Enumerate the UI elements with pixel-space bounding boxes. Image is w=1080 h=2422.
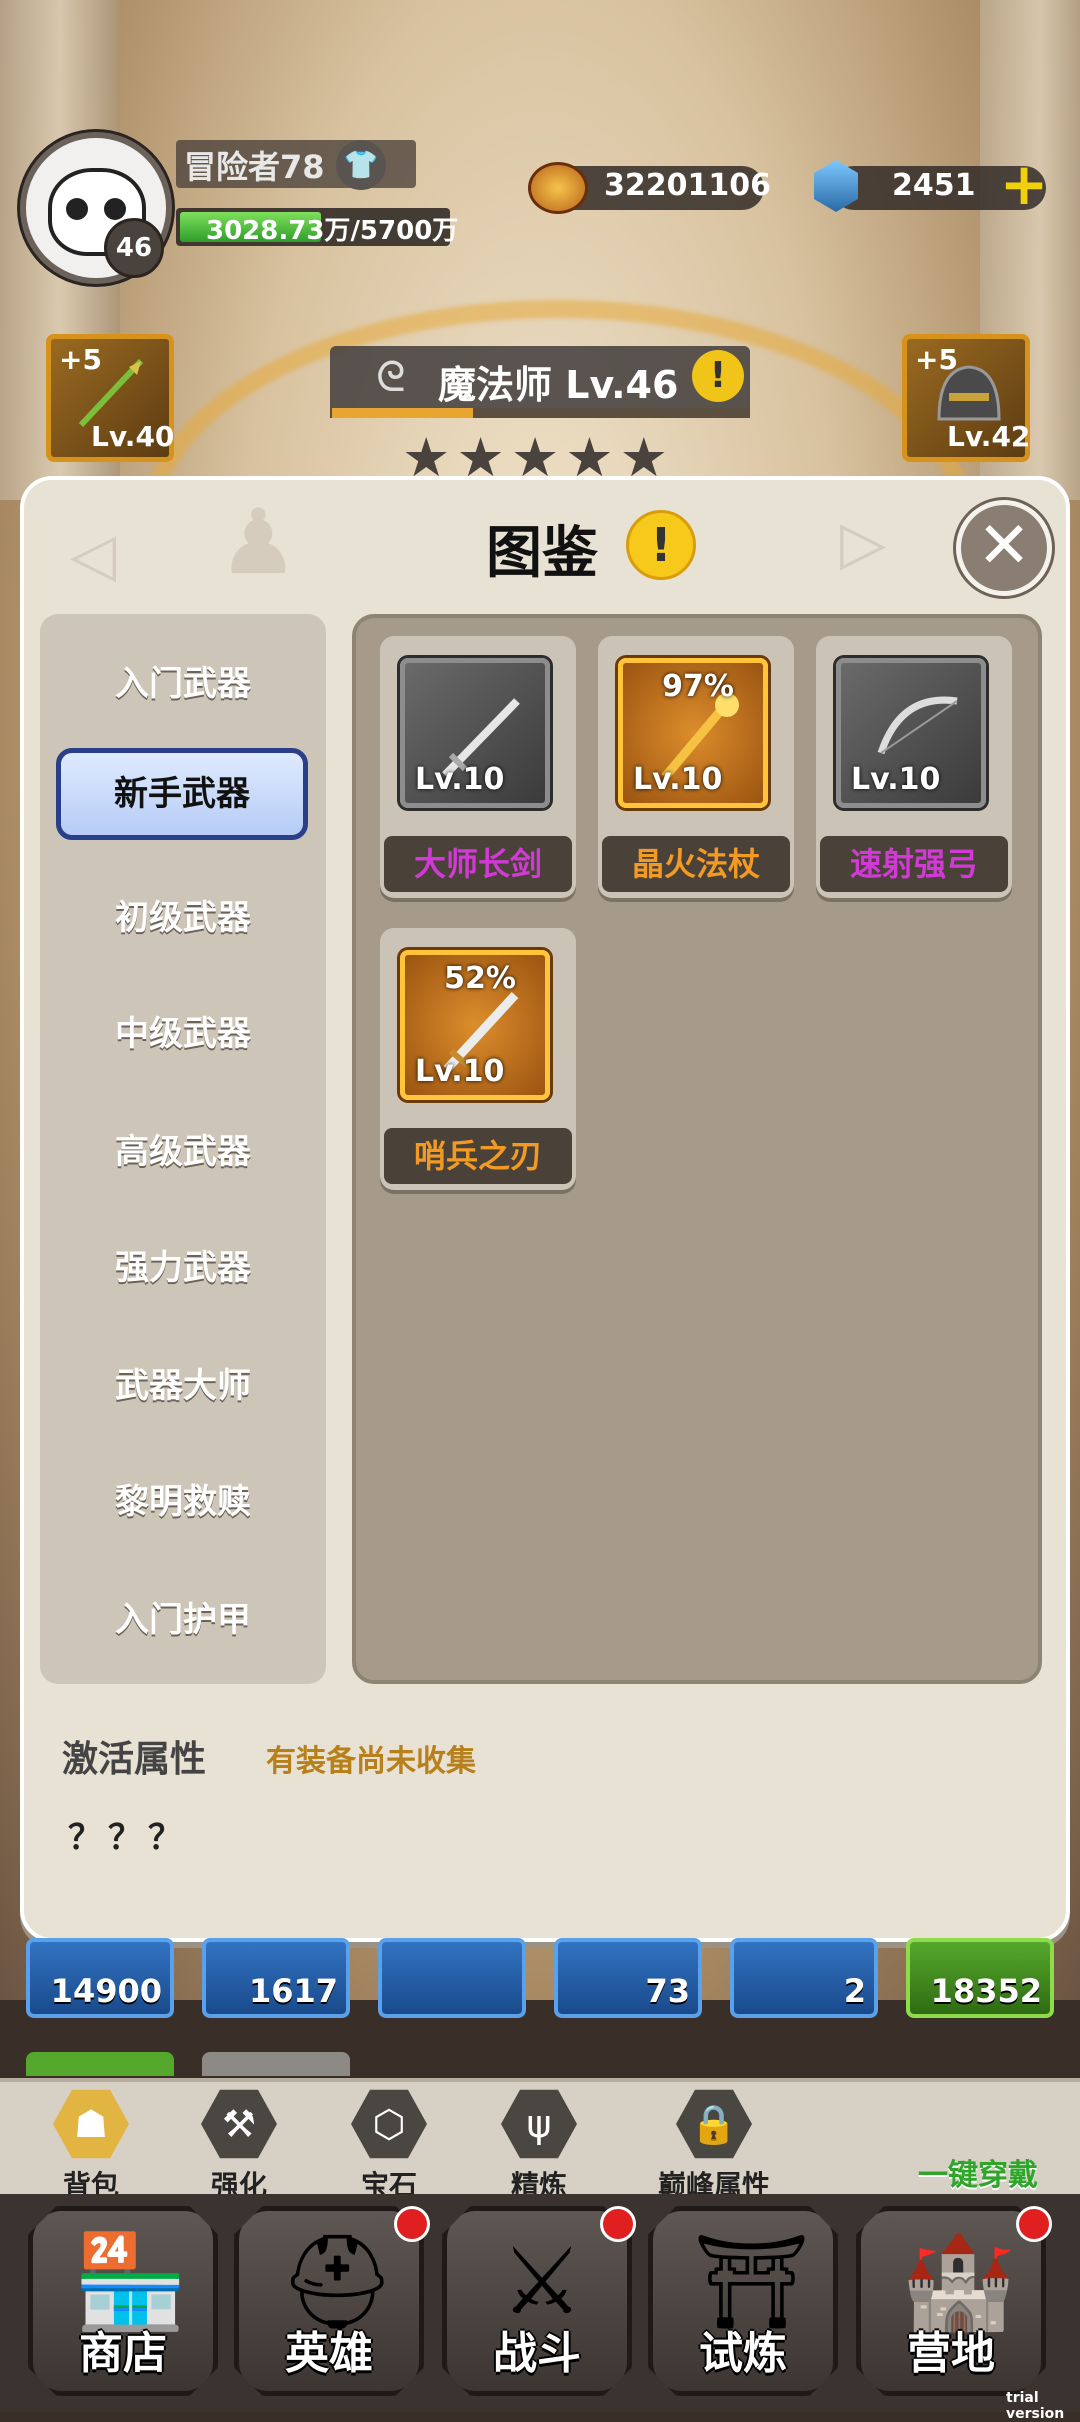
subnav-bag[interactable]: ☗ 背包 xyxy=(36,2086,146,2204)
hammer-icon: ⚒ xyxy=(201,2089,277,2159)
magic-staff-icon: ᘓ xyxy=(376,352,406,401)
nav-label: 试炼 xyxy=(699,2328,787,2379)
inventory-slot[interactable] xyxy=(378,1938,526,2018)
category-item[interactable]: 初级武器 xyxy=(40,890,326,939)
nav-label: 战斗 xyxy=(493,2328,581,2379)
inventory-slot[interactable] xyxy=(26,2052,174,2076)
nav-label: 商店 xyxy=(79,2328,167,2379)
category-item[interactable]: 黎明救赎 xyxy=(40,1474,326,1523)
item-count: 2 xyxy=(843,1972,866,2010)
player-level-badge: 46 xyxy=(104,218,164,278)
bag-icon: ☗ xyxy=(53,2089,129,2159)
category-item[interactable]: 高级武器 xyxy=(40,1124,326,1173)
hero-class-name: 魔法师 Lv.46 xyxy=(438,363,679,407)
nav-label: 英雄 xyxy=(285,2328,373,2379)
item-count: 14900 xyxy=(50,1972,162,2010)
hero-class-progress-fill xyxy=(332,408,474,418)
exp-text: 3028.73万/5700万 xyxy=(206,210,458,247)
close-icon: ✕ xyxy=(977,509,1031,583)
subnav-enhance[interactable]: ⚒ 强化 xyxy=(184,2086,294,2204)
item-name: 晶火法杖 xyxy=(602,836,790,892)
attribute-note: 有装备尚未收集 xyxy=(266,1744,476,1779)
category-item[interactable]: 武器大师 xyxy=(40,1358,326,1407)
nav-camp[interactable]: 🏰 营地 xyxy=(856,2206,1046,2396)
close-button[interactable]: ✕ xyxy=(956,500,1052,596)
exp-current: 3028.73万 xyxy=(206,216,351,246)
nav-hero[interactable]: ⛑ 英雄 xyxy=(234,2206,424,2396)
attribute-value: ？？？ xyxy=(68,1818,188,1858)
item-level: Lv.10 xyxy=(633,762,723,797)
item-name: 哨兵之刃 xyxy=(384,1128,572,1184)
gold-value: 32201106 xyxy=(604,168,771,203)
notification-dot xyxy=(1016,2206,1052,2242)
item-frame: Lv.10 xyxy=(400,658,550,808)
gem-value: 2451 xyxy=(892,168,976,203)
nav-trial[interactable]: ⛩ 试炼 xyxy=(648,2206,838,2396)
attribute-label: 激活属性 xyxy=(62,1739,207,1780)
item-count: 73 xyxy=(645,1972,690,2010)
item-name: 速射强弓 xyxy=(820,836,1008,892)
item-frame: Lv.10 xyxy=(836,658,986,808)
inventory-slot[interactable] xyxy=(202,2052,350,2076)
item-frame: 97% Lv.10 xyxy=(618,658,768,808)
equip-slot-helmet[interactable]: +5 Lv.42 xyxy=(902,334,1030,462)
item-card[interactable]: Lv.10 速射强弓 xyxy=(816,636,1012,898)
add-gems-plus-icon[interactable]: + xyxy=(998,155,1050,213)
inventory-slot[interactable]: 18352 xyxy=(906,1938,1054,2018)
watermark: trial version xyxy=(1006,2390,1065,2422)
inventory-slot[interactable]: 73 xyxy=(554,1938,702,2018)
modal-title: 图鉴 xyxy=(486,521,598,586)
notification-dot xyxy=(600,2206,636,2242)
item-collect-percent: 97% xyxy=(662,669,734,704)
item-card[interactable]: 52% Lv.10 哨兵之刃 xyxy=(380,928,576,1190)
equip-level: Lv.40 xyxy=(91,420,175,453)
notification-dot xyxy=(394,2206,430,2242)
item-level: Lv.10 xyxy=(851,762,941,797)
item-count: 18352 xyxy=(930,1972,1042,2010)
alert-icon[interactable]: ! xyxy=(692,350,744,402)
alert-icon[interactable]: ! xyxy=(626,510,696,580)
subnav-peak[interactable]: 🔒 巅峰属性 xyxy=(634,2086,794,2204)
item-level: Lv.10 xyxy=(415,1054,505,1089)
category-item-selected[interactable]: 新手武器 xyxy=(56,748,308,840)
inventory-slot[interactable]: 2 xyxy=(730,1938,878,2018)
paw-decoration-icon: ▷ xyxy=(840,508,887,578)
item-card[interactable]: Lv.10 大师长剑 xyxy=(380,636,576,898)
item-collect-percent: 52% xyxy=(444,961,516,996)
lock-icon: 🔒 xyxy=(676,2089,752,2159)
helmet-icon xyxy=(937,365,1001,421)
inventory-slot[interactable]: 1617 xyxy=(202,1938,350,2018)
category-item[interactable]: 入门武器 xyxy=(40,656,326,705)
equip-slot-weapon[interactable]: +5 Lv.40 xyxy=(46,334,174,462)
subnav-gem[interactable]: ⬡ 宝石 xyxy=(334,2086,444,2204)
paw-decoration-icon: ♟ xyxy=(218,490,299,595)
item-name: 大师长剑 xyxy=(384,836,572,892)
equip-level: Lv.42 xyxy=(947,420,1031,453)
item-count: 1617 xyxy=(248,1972,338,2010)
category-item[interactable]: 入门护甲 xyxy=(40,1592,326,1641)
one-key-equip-button[interactable]: 一键穿戴 xyxy=(918,2150,1038,2194)
category-item[interactable]: 中级武器 xyxy=(40,1006,326,1055)
trident-icon: ψ xyxy=(501,2089,577,2159)
item-frame: 52% Lv.10 xyxy=(400,950,550,1100)
item-card[interactable]: 97% Lv.10 晶火法杖 xyxy=(598,636,794,898)
nav-shop[interactable]: 🏪 商店 xyxy=(28,2206,218,2396)
category-item[interactable]: 强力武器 xyxy=(40,1240,326,1289)
gem-socket-icon: ⬡ xyxy=(351,2089,427,2159)
gold-coin-icon xyxy=(528,162,588,214)
paw-decoration-icon: ◁ xyxy=(70,520,117,590)
inventory-slot[interactable]: 14900 xyxy=(26,1938,174,2018)
shirt-icon[interactable]: 👕 xyxy=(336,140,386,190)
player-name: 冒险者78 xyxy=(184,148,325,186)
subnav-refine[interactable]: ψ 精炼 xyxy=(484,2086,594,2204)
exp-max: /5700万 xyxy=(350,216,459,246)
item-level: Lv.10 xyxy=(415,762,505,797)
nav-label: 营地 xyxy=(907,2328,995,2379)
